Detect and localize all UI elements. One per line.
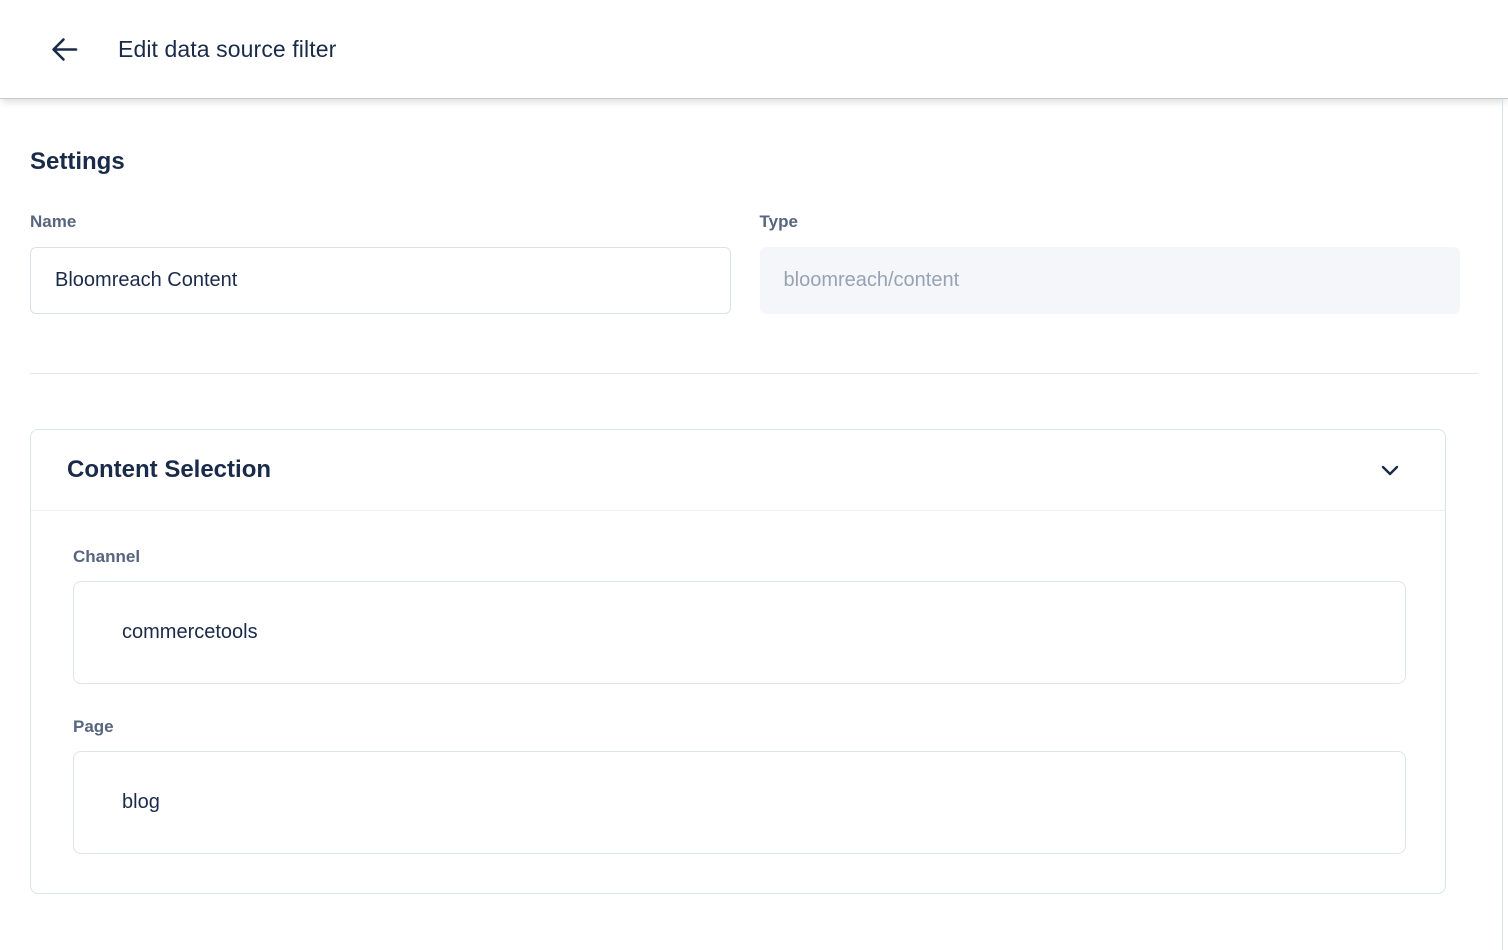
content-selection-panel-body: Channel commercetools Page blog — [31, 511, 1445, 893]
back-button[interactable] — [46, 31, 82, 67]
page-selected-value: blog — [122, 791, 160, 814]
channel-field-label: Channel — [73, 547, 1404, 567]
name-input[interactable] — [30, 247, 731, 314]
section-divider — [30, 373, 1478, 374]
channel-selected-value: commercetools — [122, 621, 258, 644]
main-content: Settings Name Type Content Selection — [0, 100, 1508, 950]
channel-picker-box[interactable]: commercetools — [73, 581, 1406, 684]
name-field-label: Name — [30, 212, 731, 232]
arrow-left-icon — [48, 33, 81, 66]
settings-heading: Settings — [30, 148, 1478, 176]
type-field: Type — [760, 212, 1461, 314]
page-field-label: Page — [73, 717, 1404, 737]
chevron-down-icon — [1376, 456, 1404, 484]
scroll-area-border — [1502, 99, 1503, 950]
page-picker-box[interactable]: blog — [73, 751, 1406, 854]
settings-fields-row: Name Type — [30, 212, 1460, 314]
type-field-label: Type — [760, 212, 1461, 232]
name-field: Name — [30, 212, 731, 314]
type-input — [760, 247, 1461, 314]
content-selection-panel: Content Selection Channel commercetools … — [30, 429, 1446, 894]
collapse-panel-button[interactable] — [1375, 455, 1405, 485]
content-selection-heading: Content Selection — [67, 456, 271, 484]
content-selection-panel-header[interactable]: Content Selection — [31, 430, 1445, 511]
page-header: Edit data source filter — [0, 0, 1508, 99]
channel-field: Channel commercetools — [73, 547, 1404, 684]
page-field: Page blog — [73, 717, 1404, 854]
page-title: Edit data source filter — [118, 36, 336, 63]
